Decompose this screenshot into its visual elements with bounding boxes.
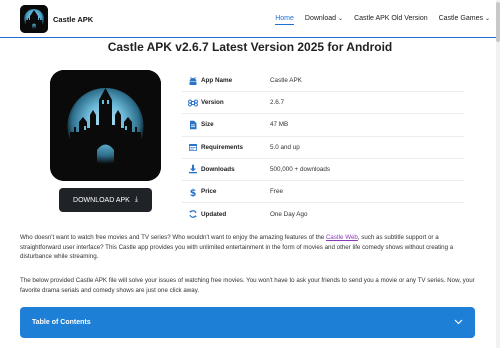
info-value: 2.6.7 (270, 99, 285, 107)
chevron-down-icon (454, 318, 463, 327)
info-value: 47 MB (270, 121, 289, 129)
nav-castle-games-label: Castle Games (438, 15, 483, 22)
table-of-contents-toggle[interactable]: Table of Contents (20, 307, 475, 338)
info-label: Price (201, 188, 217, 196)
nav-old-version-label: Castle APK Old Version (354, 15, 428, 22)
info-label: Size (201, 121, 214, 129)
nav-download-label: Download (304, 15, 337, 22)
info-row-downloads: Downloads 500,000 + downloads (182, 159, 464, 181)
info-row-app-name: App Name Castle APK (182, 70, 464, 93)
info-row-requirements: Requirements 5.0 and up (182, 137, 464, 159)
intro-paragraph: Who doesn't want to watch free movies an… (20, 233, 480, 262)
download-icon: ⤓ (134, 196, 138, 203)
download-apk-button[interactable]: DOWNLOAD APK ⤓ (59, 188, 152, 212)
page-scrollbar[interactable] (496, 0, 500, 348)
intro-text-start: Who doesn't want to watch free movies an… (20, 234, 326, 241)
dollar-icon: $ (187, 186, 198, 197)
info-label: Version (201, 99, 224, 107)
svg-text:$: $ (189, 187, 196, 196)
nav-home[interactable]: Home (275, 0, 294, 37)
nav-old-version[interactable]: Castle APK Old Version (354, 0, 428, 37)
nav-download[interactable]: Download ⌄ (305, 0, 343, 37)
info-row-size: Size 47 MB (182, 114, 464, 137)
info-value: One Day Ago (270, 210, 308, 218)
calendar-icon (187, 142, 198, 153)
info-value: 5.0 and up (270, 143, 300, 151)
page-title: Castle APK v2.6.7 Latest Version 2025 fo… (107, 40, 393, 54)
nav-home-label: Home (275, 15, 294, 22)
info-value: Free (270, 188, 283, 196)
castle-logo-icon (20, 5, 48, 33)
castle-web-link[interactable]: Castle Web (326, 234, 358, 241)
download-apk-label: DOWNLOAD APK (73, 196, 130, 204)
app-icon-castle (50, 70, 161, 181)
info-row-price: $ Price Free (182, 181, 464, 204)
info-row-updated: Updated One Day Ago (182, 203, 464, 225)
app-info-table: App Name Castle APK Version 2.6.7 Size 4… (182, 70, 464, 225)
download-icon (187, 164, 198, 175)
site-header: Castle APK Home Download ⌄ Castle APK Old… (0, 0, 500, 38)
site-logo[interactable]: Castle APK (20, 5, 93, 33)
info-label: Updated (201, 210, 227, 218)
chevron-down-icon: ⌄ (338, 16, 344, 22)
main-nav: Home Download ⌄ Castle APK Old Version Ca… (264, 0, 490, 37)
refresh-icon (187, 209, 198, 220)
info-row-version: Version 2.6.7 (182, 92, 464, 115)
android-icon (187, 75, 198, 86)
chevron-down-icon: ⌄ (484, 16, 490, 22)
scrollbar-thumb[interactable] (496, 2, 500, 42)
info-value: 500,000 + downloads (270, 165, 331, 173)
toc-title: Table of Contents (32, 319, 91, 326)
nav-castle-games[interactable]: Castle Games ⌄ (439, 0, 490, 37)
logo-text: Castle APK (53, 14, 94, 24)
description-paragraph: The below provided Castle APK file will … (20, 277, 475, 294)
file-icon (187, 119, 198, 130)
info-label: Downloads (201, 165, 235, 173)
info-value: Castle APK (270, 77, 302, 85)
info-label: App Name (201, 77, 233, 85)
info-label: Requirements (201, 143, 243, 151)
command-icon (187, 97, 198, 108)
